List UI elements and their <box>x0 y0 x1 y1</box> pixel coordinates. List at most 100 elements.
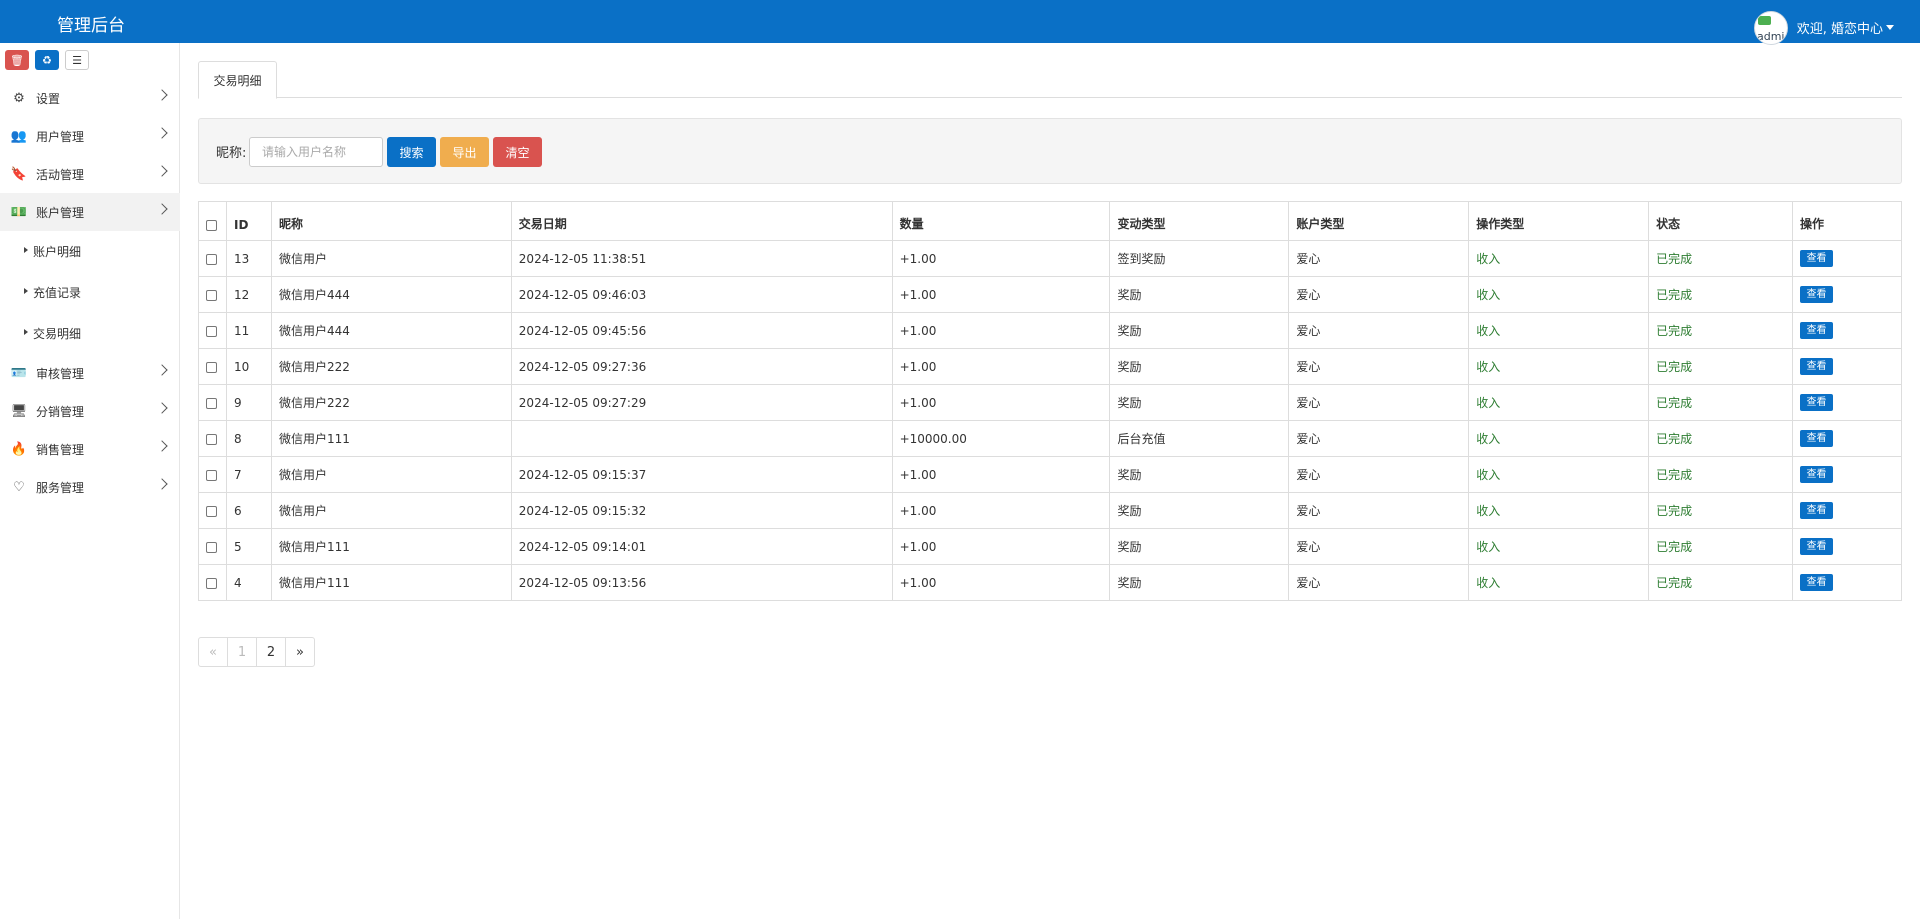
sidebar-item-accounts[interactable]: 💵 账户管理 <box>0 193 180 231</box>
chevron-right-icon <box>156 203 168 215</box>
clear-button[interactable]: 清空 <box>493 137 542 167</box>
pagination-next[interactable]: » <box>285 637 315 667</box>
nickname-cell: 微信用户 <box>270 240 512 277</box>
view-button[interactable]: 查看 <box>1799 574 1833 591</box>
view-button[interactable]: 查看 <box>1799 538 1833 555</box>
action-cell: 查看 <box>1791 276 1903 313</box>
caret-right-icon <box>24 328 28 335</box>
sidebar-item-activities[interactable]: 🔖 活动管理 <box>0 155 180 193</box>
view-button[interactable]: 查看 <box>1799 286 1833 303</box>
row-select-cell <box>198 456 227 493</box>
row-checkbox[interactable] <box>206 541 217 553</box>
status-cell: 已完成 <box>1648 240 1793 277</box>
nickname-search-input[interactable] <box>249 137 383 167</box>
sidebar-item-label: 用户管理 <box>36 129 85 144</box>
sidebar-subitem-account-detail[interactable]: 账户明细 <box>0 231 180 272</box>
id-cell: 13 <box>225 240 272 277</box>
change-type-cell: 奖励 <box>1109 384 1290 421</box>
sidebar-item-services[interactable]: ♡ 服务管理 <box>0 468 180 506</box>
view-button[interactable]: 查看 <box>1799 358 1833 375</box>
date-cell: 2024-12-05 09:14:01 <box>510 528 893 565</box>
heart-icon: ♡ <box>13 479 25 495</box>
operation-type-cell: 收入 <box>1468 528 1650 565</box>
column-header: 数量 <box>891 201 1111 241</box>
table-header-row: ID 昵称 交易日期 数量 变动类型 账户类型 操作类型 状态 操作 <box>198 201 1903 241</box>
top-bar: 管理后台 admi 欢迎, 婚恋中心 <box>0 0 1920 45</box>
amount-cell: +1.00 <box>891 348 1111 385</box>
change-type-cell: 奖励 <box>1109 456 1290 493</box>
row-checkbox[interactable] <box>206 577 217 589</box>
row-checkbox[interactable] <box>206 469 217 481</box>
avatar-text: admi <box>1756 30 1785 43</box>
row-checkbox[interactable] <box>206 361 217 373</box>
action-cell: 查看 <box>1791 456 1903 493</box>
date-cell: 2024-12-05 09:27:29 <box>510 384 893 421</box>
gears-icon: ⚙ <box>13 90 25 106</box>
sidebar-subitem-transaction-detail[interactable]: 交易明细 <box>0 313 180 354</box>
id-card-icon: 🪪 <box>10 365 28 381</box>
users-icon: 👥 <box>10 128 28 144</box>
column-header: 操作类型 <box>1468 201 1650 241</box>
view-button[interactable]: 查看 <box>1799 466 1833 483</box>
sidebar-item-settings[interactable]: ⚙ 设置 <box>0 79 180 117</box>
table-row: 12 微信用户444 2024-12-05 09:46:03 +1.00 奖励 爱心 收入已… <box>198 276 1903 313</box>
caret-right-icon <box>24 246 28 253</box>
date-cell: 2024-12-05 09:15:32 <box>510 492 893 529</box>
tab-transaction-detail[interactable]: 交易明细 <box>198 61 277 99</box>
export-button[interactable]: 导出 <box>440 137 489 167</box>
row-select-cell <box>198 564 227 601</box>
chevron-right-icon <box>156 478 168 490</box>
sidebar-item-review[interactable]: 🪪 审核管理 <box>0 354 180 392</box>
action-cell: 查看 <box>1791 348 1903 385</box>
column-header: 交易日期 <box>510 201 893 241</box>
search-button[interactable]: 搜索 <box>387 137 436 167</box>
amount-cell: +1.00 <box>891 528 1111 565</box>
nickname-cell: 微信用户111 <box>270 528 512 565</box>
trash-icon[interactable]: 🗑 <box>5 50 29 70</box>
view-button[interactable]: 查看 <box>1799 394 1833 411</box>
row-checkbox[interactable] <box>206 325 217 337</box>
sidebar-item-distribution[interactable]: 🖥 分销管理 <box>0 392 180 430</box>
row-checkbox[interactable] <box>206 505 217 517</box>
row-checkbox[interactable] <box>206 289 217 301</box>
row-select-cell <box>198 528 227 565</box>
recycle-icon[interactable]: ♻ <box>35 50 59 70</box>
pagination-page-1[interactable]: 1 <box>227 637 257 667</box>
amount-cell: +10000.00 <box>891 420 1111 457</box>
sidebar-subitem-recharge-records[interactable]: 充值记录 <box>0 272 180 313</box>
view-button[interactable]: 查看 <box>1799 502 1833 519</box>
action-cell: 查看 <box>1791 384 1903 421</box>
user-menu[interactable]: admi 欢迎, 婚恋中心 <box>1753 9 1894 45</box>
nickname-cell: 微信用户111 <box>270 564 512 601</box>
avatar[interactable]: admi <box>1753 11 1788 45</box>
select-all-checkbox[interactable] <box>206 220 217 231</box>
account-type-cell: 爱心 <box>1288 456 1470 493</box>
column-header: 变动类型 <box>1109 201 1290 241</box>
action-cell: 查看 <box>1791 492 1903 529</box>
view-button[interactable]: 查看 <box>1799 430 1833 447</box>
sidebar-item-label: 活动管理 <box>36 167 85 182</box>
operation-type-cell: 收入 <box>1468 312 1650 349</box>
pagination-prev[interactable]: « <box>198 637 228 667</box>
row-checkbox[interactable] <box>206 397 217 409</box>
sidebar-item-sales[interactable]: 🔥 销售管理 <box>0 430 180 468</box>
row-checkbox[interactable] <box>206 433 217 445</box>
sidebar-item-users[interactable]: 👥 用户管理 <box>0 117 180 155</box>
pagination: « 1 2 » <box>198 637 315 667</box>
view-button[interactable]: 查看 <box>1799 322 1833 339</box>
view-button[interactable]: 查看 <box>1799 250 1833 267</box>
row-checkbox[interactable] <box>206 253 217 265</box>
table-row: 4 微信用户111 2024-12-05 09:13:56 +1.00 奖励 爱心 收入 已完… <box>198 564 1903 601</box>
list-icon[interactable]: ☰ <box>65 50 89 70</box>
column-header: 状态 <box>1648 201 1793 241</box>
id-cell: 8 <box>225 420 272 457</box>
monitor-icon: 🖥 <box>10 403 28 419</box>
operation-type-cell: 收入 <box>1468 276 1650 313</box>
pagination-page-2[interactable]: 2 <box>256 637 286 667</box>
date-cell: 2024-12-05 09:15:37 <box>510 456 893 493</box>
table-row: 9 微信用户222 2024-12-05 09:27:29 +1.00 奖励 爱心 收入 已完… <box>198 384 1903 421</box>
date-cell: 2024-12-05 09:13:56 <box>510 564 893 601</box>
nickname-label: 昵称: <box>216 146 247 161</box>
chevron-right-icon <box>156 89 168 101</box>
chevron-right-icon <box>156 364 168 376</box>
